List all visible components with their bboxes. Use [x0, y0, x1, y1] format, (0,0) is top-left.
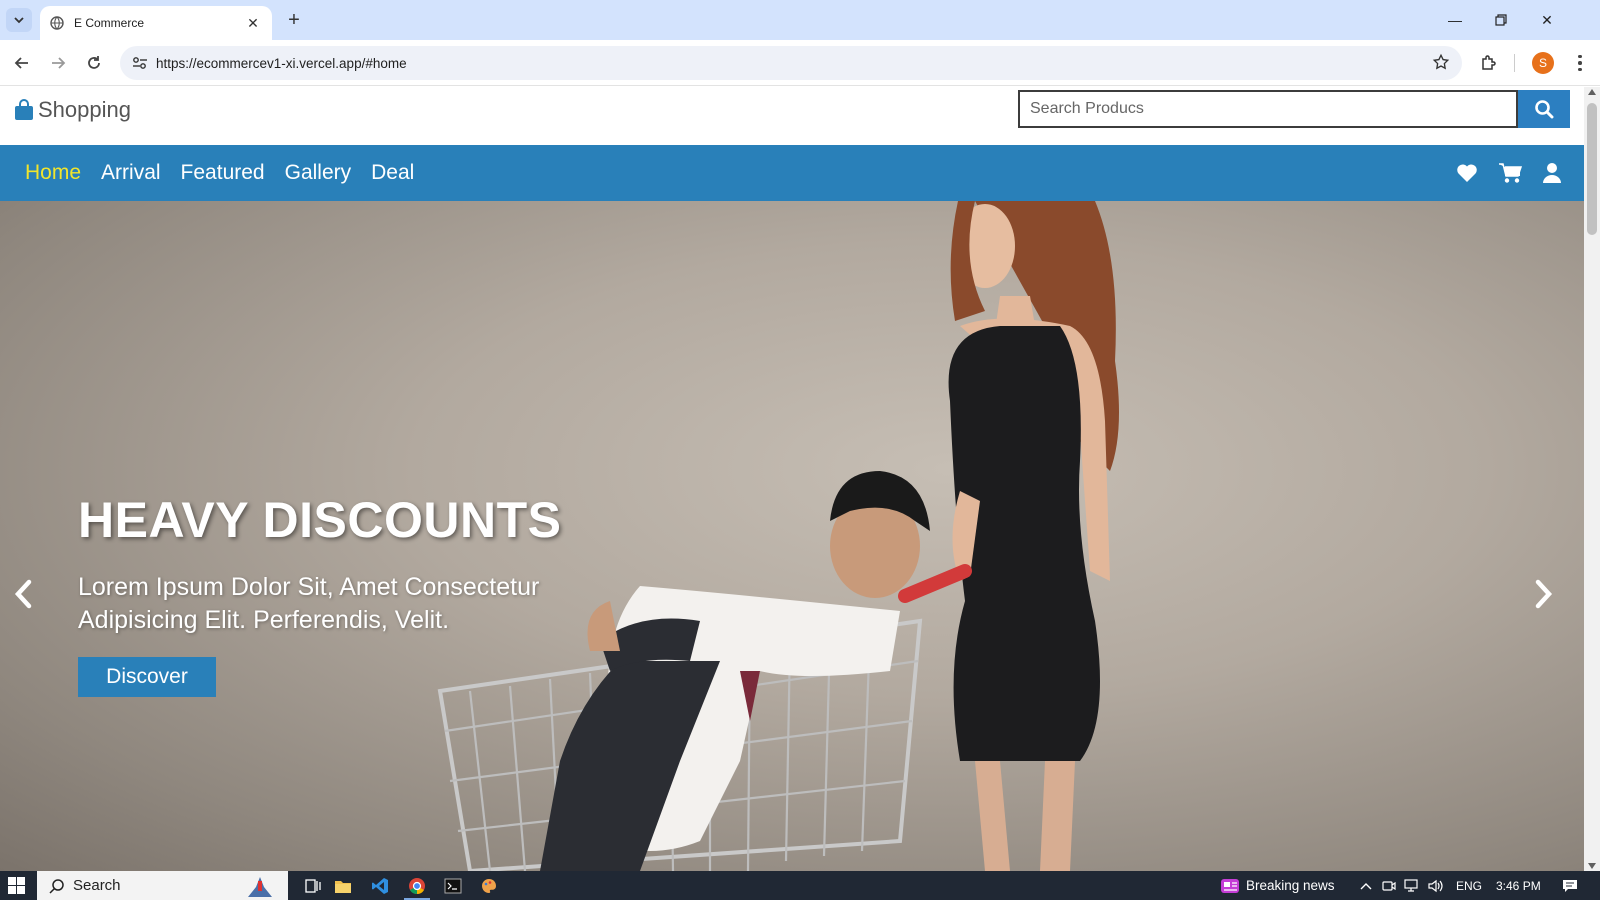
volume-icon[interactable]: [1428, 871, 1444, 900]
url-text: https://ecommercev1-xi.vercel.app/#home: [156, 55, 407, 71]
nav-arrival[interactable]: Arrival: [101, 161, 161, 185]
puzzle-icon: [1482, 55, 1496, 70]
site-header: Shopping: [0, 87, 1584, 145]
meet-now-icon[interactable]: [1382, 871, 1396, 900]
extensions-button[interactable]: [1476, 50, 1502, 76]
profile-avatar[interactable]: S: [1532, 52, 1554, 74]
tab-title: E Commerce: [74, 16, 145, 30]
cart-icon[interactable]: [1498, 162, 1522, 184]
nav-icons: [1456, 145, 1562, 201]
new-tab-button[interactable]: +: [282, 8, 306, 32]
search-icon: [49, 878, 64, 894]
slider-next-button[interactable]: [1532, 576, 1556, 612]
chevron-down-icon: [14, 16, 24, 23]
minimize-button[interactable]: —: [1432, 0, 1478, 40]
globe-icon: [50, 16, 64, 30]
forward-button[interactable]: [44, 49, 72, 77]
windows-taskbar: Search Breaking news ENG 3:46 PM: [0, 871, 1600, 900]
scroll-down-icon[interactable]: [1588, 863, 1596, 869]
tab-search-button[interactable]: [6, 8, 32, 32]
browser-tab-bar: E Commerce ✕ + — ✕: [0, 0, 1600, 40]
hero-title: HEAVY DISCOUNTS: [78, 492, 562, 548]
language-indicator[interactable]: ENG: [1456, 871, 1482, 900]
terminal-icon[interactable]: [442, 875, 464, 897]
news-label: Breaking news: [1246, 878, 1335, 893]
search-input[interactable]: [1018, 90, 1518, 128]
nav-gallery[interactable]: Gallery: [285, 161, 352, 185]
windows-start-icon[interactable]: [8, 877, 25, 894]
show-hidden-icons[interactable]: [1360, 871, 1372, 900]
nav-featured[interactable]: Featured: [181, 161, 265, 185]
browser-toolbar: https://ecommercev1-xi.vercel.app/#home …: [0, 40, 1600, 86]
hero-content: HEAVY DISCOUNTS Lorem Ipsum Dolor Sit, A…: [78, 491, 598, 697]
browser-menu-button[interactable]: [1570, 50, 1590, 76]
search-form: [1018, 90, 1570, 128]
notifications-icon[interactable]: [1562, 871, 1578, 900]
paint-icon[interactable]: [478, 875, 500, 897]
logo-text: Shopping: [38, 97, 131, 122]
chevron-up-icon: [1360, 882, 1372, 889]
scroll-up-icon[interactable]: [1588, 89, 1596, 95]
web-page: Shopping Home Arrival Featured Gallery D…: [0, 87, 1584, 871]
vscode-icon[interactable]: [369, 875, 391, 897]
search-button[interactable]: [1518, 90, 1570, 128]
shopping-bag-icon: [15, 99, 33, 120]
search-icon: [1535, 100, 1554, 119]
file-explorer-icon[interactable]: [332, 875, 354, 897]
search-highlight-icon: [248, 877, 272, 897]
news-widget[interactable]: Breaking news: [1220, 871, 1335, 900]
chevron-left-icon: [14, 579, 32, 609]
nav-home[interactable]: Home: [25, 161, 81, 185]
taskbar-search[interactable]: Search: [37, 871, 288, 900]
reload-icon: [88, 56, 100, 69]
site-info-icon[interactable]: [124, 56, 156, 70]
clock[interactable]: 3:46 PM: [1496, 871, 1541, 900]
tab-close-icon[interactable]: ✕: [244, 14, 262, 32]
taskbar-search-label: Search: [73, 877, 121, 894]
user-icon[interactable]: [1542, 162, 1562, 184]
address-bar[interactable]: https://ecommercev1-xi.vercel.app/#home: [120, 46, 1462, 80]
restore-button[interactable]: [1478, 0, 1524, 40]
nav-deal[interactable]: Deal: [371, 161, 414, 185]
chrome-icon[interactable]: [406, 875, 428, 897]
hero-slider: HEAVY DISCOUNTS Lorem Ipsum Dolor Sit, A…: [0, 201, 1584, 871]
hero-text: Lorem Ipsum Dolor Sit, Amet Consectetur …: [78, 573, 540, 634]
browser-tab[interactable]: E Commerce ✕: [40, 6, 272, 40]
close-window-button[interactable]: ✕: [1524, 0, 1570, 40]
bookmark-star-icon[interactable]: [1432, 53, 1450, 71]
heart-icon[interactable]: [1456, 163, 1478, 183]
restore-icon: [1495, 14, 1507, 26]
arrow-left-icon: [14, 57, 28, 69]
page-scrollbar[interactable]: [1584, 87, 1600, 871]
discover-button[interactable]: Discover: [78, 657, 216, 697]
main-navbar: Home Arrival Featured Gallery Deal: [0, 145, 1584, 201]
news-icon: [1221, 878, 1239, 893]
task-view-icon[interactable]: [302, 875, 324, 897]
chevron-right-icon: [1535, 579, 1553, 609]
scrollbar-thumb[interactable]: [1587, 103, 1597, 235]
reload-button[interactable]: [80, 49, 108, 77]
arrow-right-icon: [52, 57, 66, 69]
back-button[interactable]: [8, 49, 36, 77]
nav-links: Home Arrival Featured Gallery Deal: [25, 145, 414, 201]
toolbar-separator: [1514, 54, 1515, 72]
site-logo[interactable]: Shopping: [14, 97, 131, 123]
network-icon[interactable]: [1404, 871, 1420, 900]
slider-prev-button[interactable]: [11, 576, 35, 612]
